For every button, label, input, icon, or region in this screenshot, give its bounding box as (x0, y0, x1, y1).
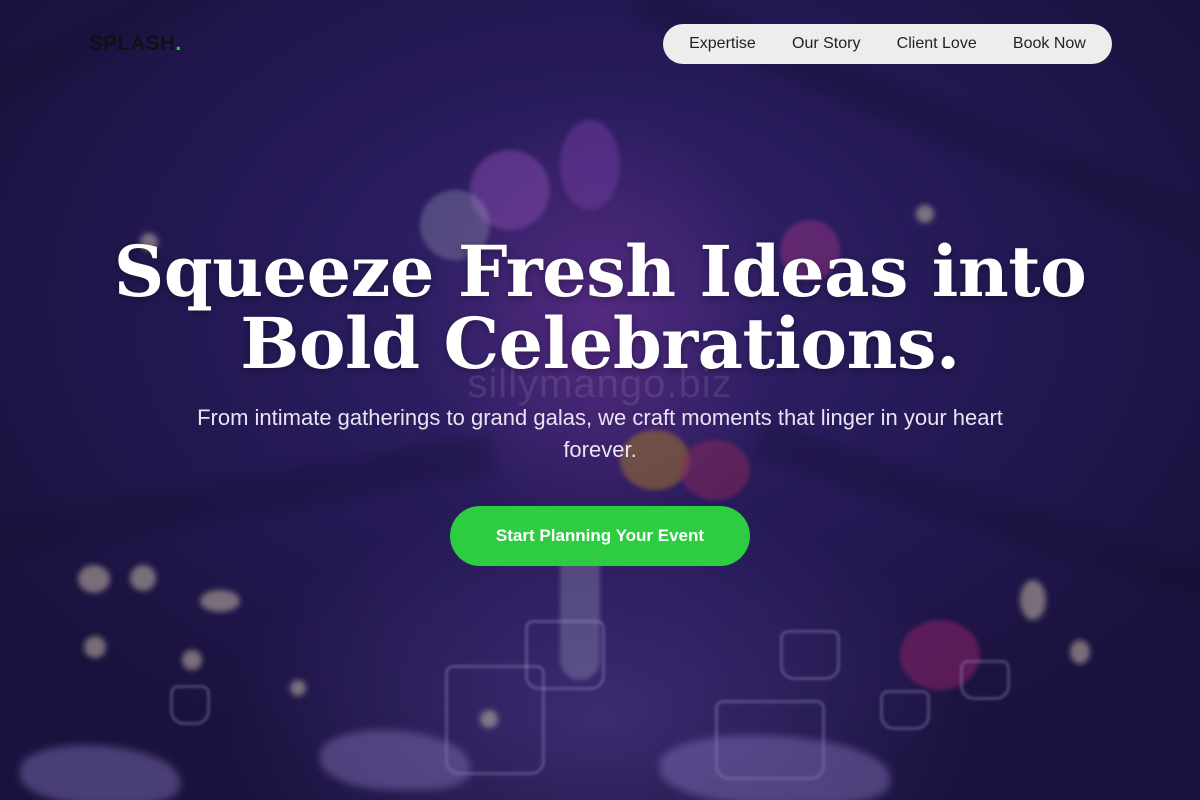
hero-subheadline: From intimate gatherings to grand galas,… (197, 405, 1003, 462)
start-planning-button[interactable]: Start Planning Your Event (450, 506, 750, 566)
nav-link-client-love[interactable]: Client Love (891, 35, 983, 53)
hero-headline: Squeeze Fresh Ideas into Bold Celebratio… (100, 236, 1100, 380)
nav-link-book-now[interactable]: Book Now (1007, 35, 1092, 53)
hero-headline-line2: Bold Celebrations. (240, 302, 960, 385)
brand-name: SPLASH (89, 32, 176, 55)
nav-link-expertise[interactable]: Expertise (683, 35, 762, 53)
main-nav: Expertise Our Story Client Love Book Now (663, 24, 1112, 64)
nav-link-our-story[interactable]: Our Story (786, 35, 866, 53)
brand-logo[interactable]: SPLASH. (89, 32, 181, 56)
brand-dot: . (175, 32, 182, 55)
hero-headline-line1: Squeeze Fresh Ideas into (113, 230, 1087, 313)
